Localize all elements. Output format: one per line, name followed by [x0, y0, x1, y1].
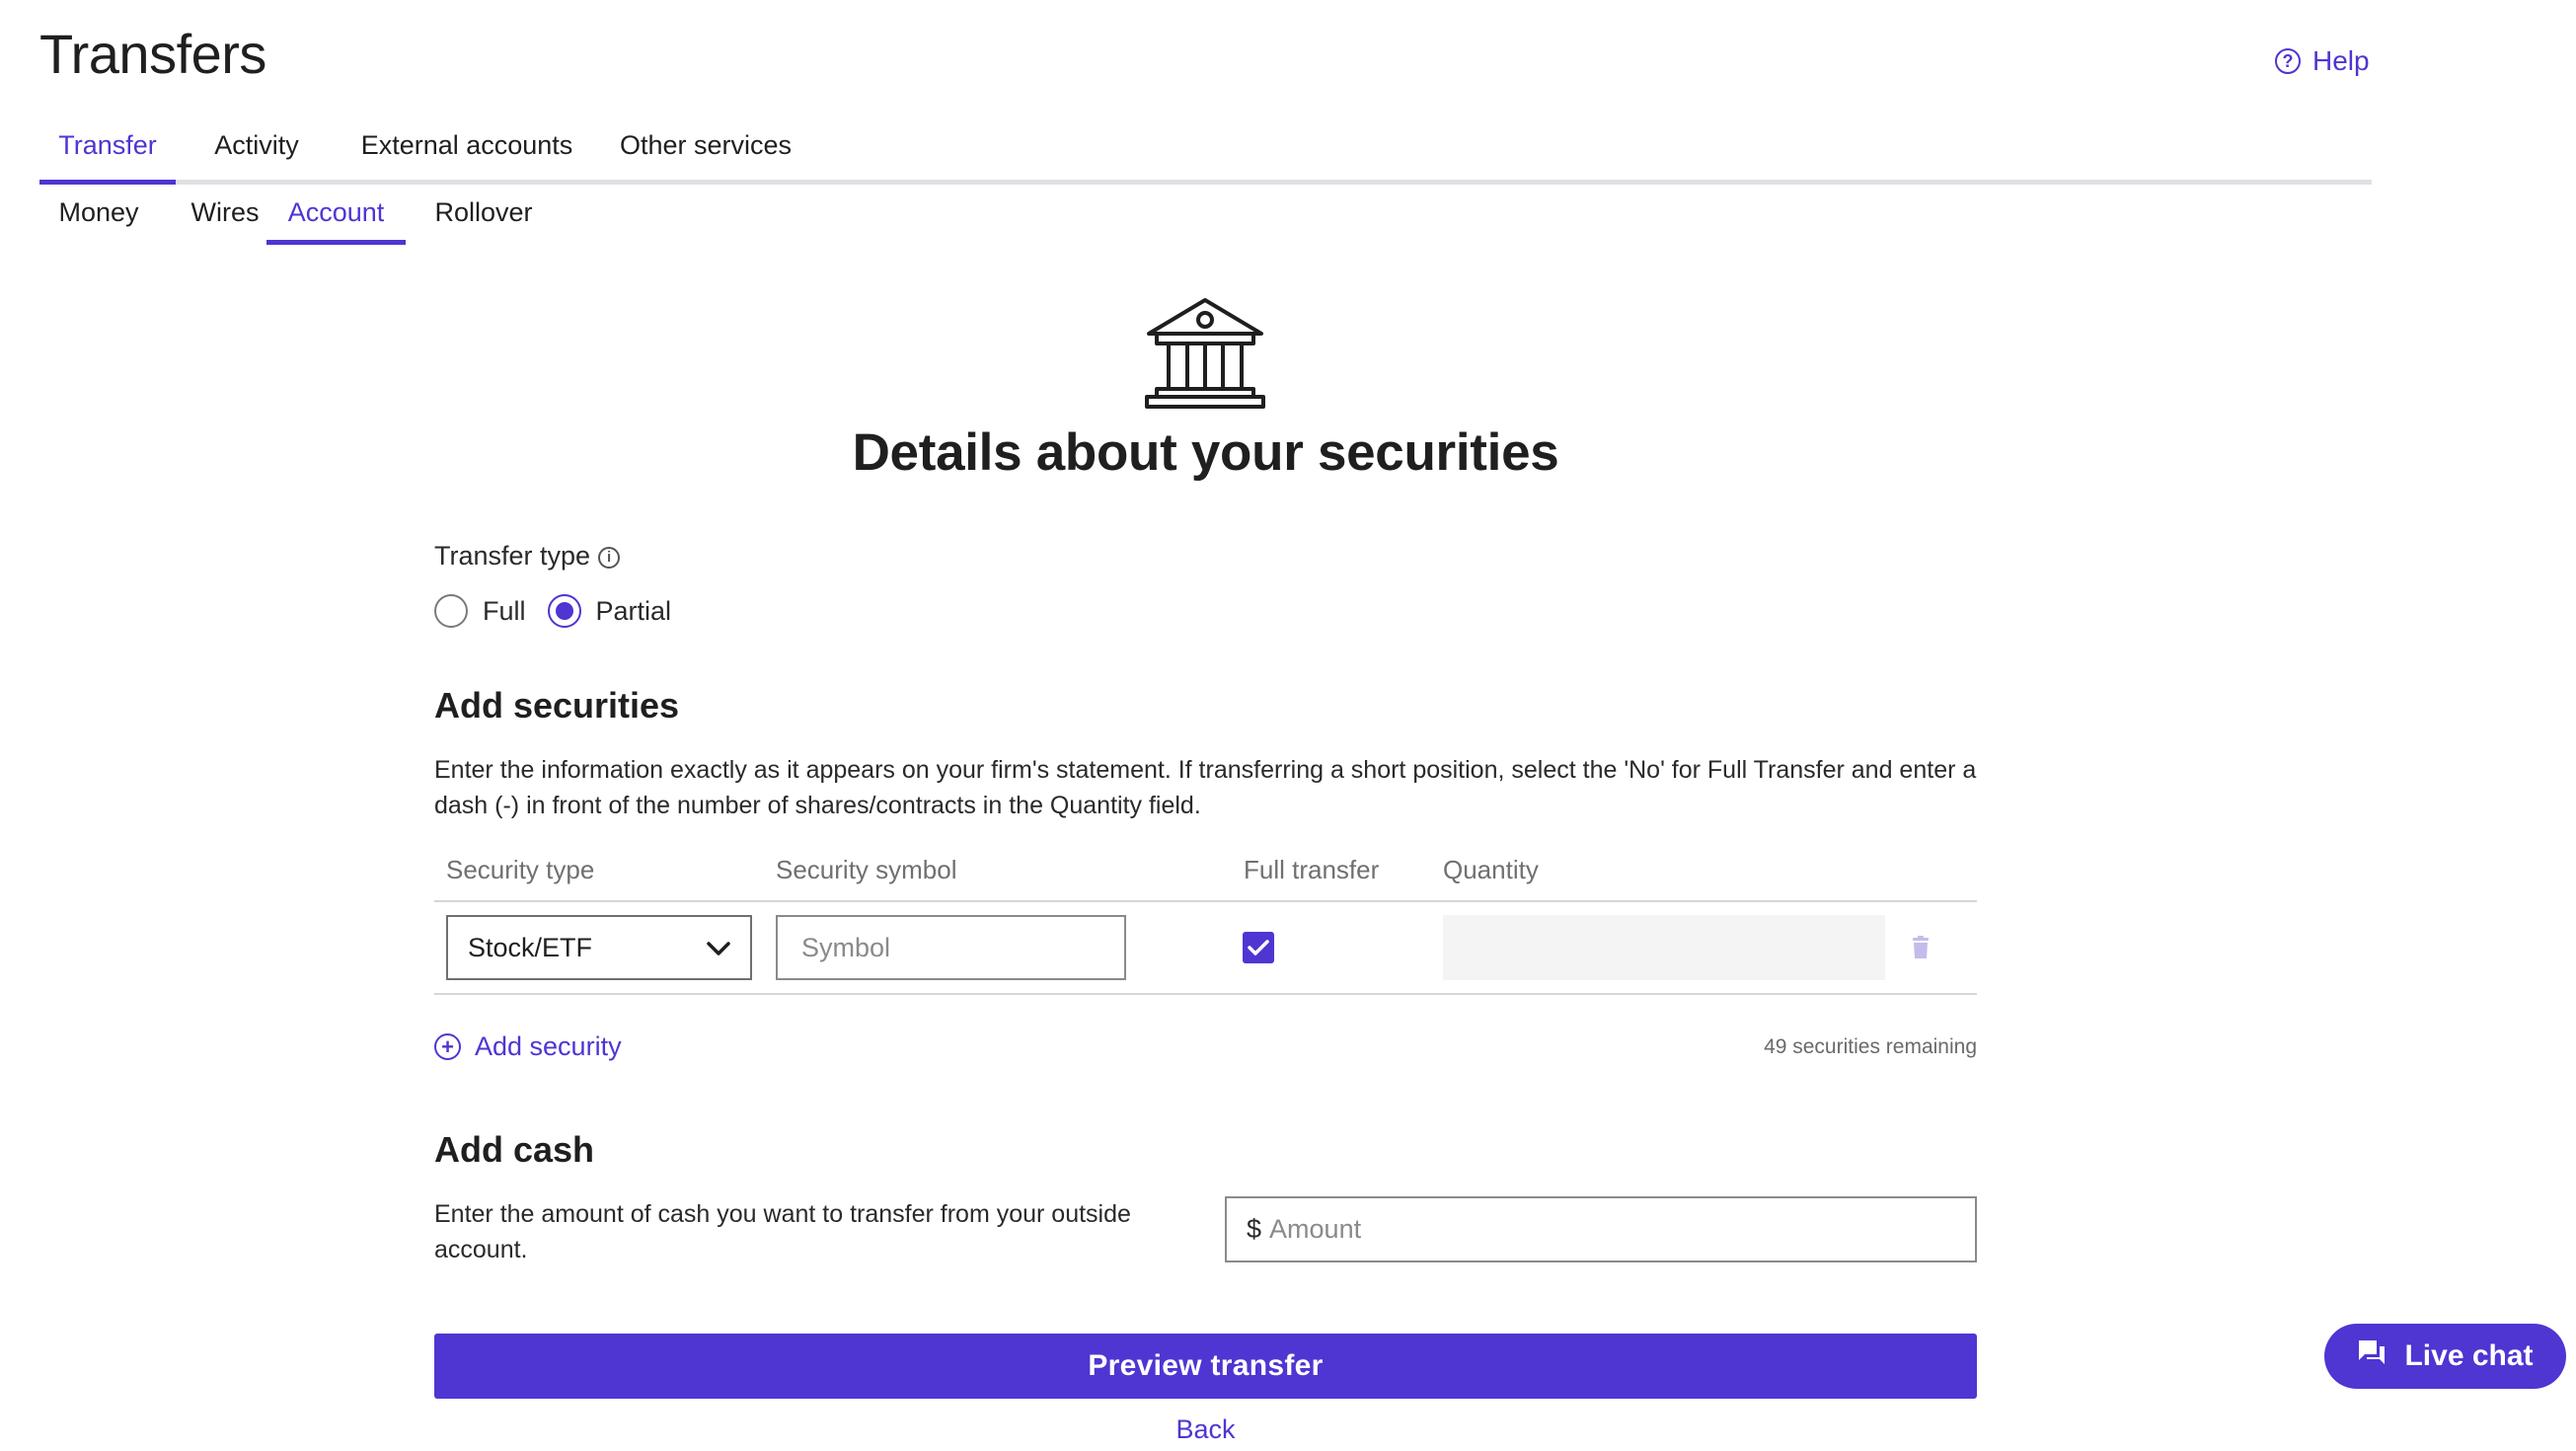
securities-remaining-count: 49 securities remaining	[1764, 1035, 1977, 1058]
add-securities-heading: Add securities	[434, 685, 680, 726]
live-chat-button[interactable]: Live chat	[2324, 1324, 2566, 1389]
radio-partial-label: Partial	[595, 595, 672, 626]
add-cash-heading: Add cash	[434, 1129, 595, 1170]
security-symbol-input[interactable]	[776, 915, 1126, 980]
help-link[interactable]: ? Help	[2275, 45, 2370, 77]
chevron-down-icon	[707, 933, 730, 963]
radio-full[interactable]	[434, 594, 468, 628]
help-label: Help	[2312, 45, 2370, 76]
quantity-input-disabled	[1443, 915, 1885, 980]
live-chat-label: Live chat	[2404, 1339, 2534, 1372]
trash-icon[interactable]	[1911, 936, 1931, 964]
transfer-type-radio-group: Full Partial	[434, 594, 693, 628]
subtab-rollover[interactable]: Rollover	[415, 193, 553, 245]
transfer-type-label: Transfer type i	[434, 541, 621, 572]
add-security-button[interactable]: + Add security	[434, 1031, 622, 1062]
checkmark-icon	[1248, 940, 1269, 955]
question-circle-icon: ?	[2275, 48, 2301, 74]
bank-building-icon	[1143, 296, 1267, 414]
radio-full-label: Full	[483, 595, 526, 626]
column-quantity: Quantity	[1443, 855, 1539, 884]
preview-transfer-button[interactable]: Preview transfer	[434, 1334, 1977, 1399]
table-row-divider	[434, 993, 1977, 995]
transfer-type-text: Transfer type	[434, 541, 591, 571]
column-security-type: Security type	[446, 855, 595, 884]
info-icon[interactable]: i	[598, 546, 621, 569]
currency-symbol: $	[1247, 1214, 1262, 1244]
add-cash-description: Enter the amount of cash you want to tra…	[434, 1200, 1131, 1263]
secondary-tabs: Money Wires Account Rollover	[39, 193, 632, 245]
plus-circle-icon: +	[434, 1033, 461, 1060]
section-main-heading: Details about your securities	[852, 423, 1559, 482]
primary-tabs: Transfer Activity External accounts Othe…	[39, 124, 2372, 185]
cash-amount-field[interactable]: $	[1225, 1196, 1977, 1262]
tab-other-services[interactable]: Other services	[563, 124, 849, 180]
add-securities-description: Enter the information exactly as it appe…	[434, 756, 1977, 819]
chat-bubble-icon	[2357, 1338, 2387, 1374]
cash-amount-input[interactable]	[1267, 1213, 1955, 1246]
security-type-value: Stock/ETF	[468, 932, 593, 962]
tab-activity[interactable]: Activity	[183, 124, 331, 180]
tab-transfer[interactable]: Transfer	[39, 124, 176, 185]
column-full-transfer: Full transfer	[1244, 855, 1380, 884]
subtab-money[interactable]: Money	[39, 193, 158, 245]
radio-partial[interactable]	[547, 594, 581, 628]
page-title: Transfers	[39, 23, 266, 85]
table-header-divider	[434, 900, 1977, 902]
back-link[interactable]: Back	[434, 1414, 1977, 1445]
column-security-symbol: Security symbol	[776, 855, 957, 884]
add-security-label: Add security	[475, 1031, 622, 1061]
subtab-account[interactable]: Account	[266, 193, 406, 245]
full-transfer-checkbox[interactable]	[1243, 932, 1274, 963]
security-type-select[interactable]: Stock/ETF	[446, 915, 752, 980]
